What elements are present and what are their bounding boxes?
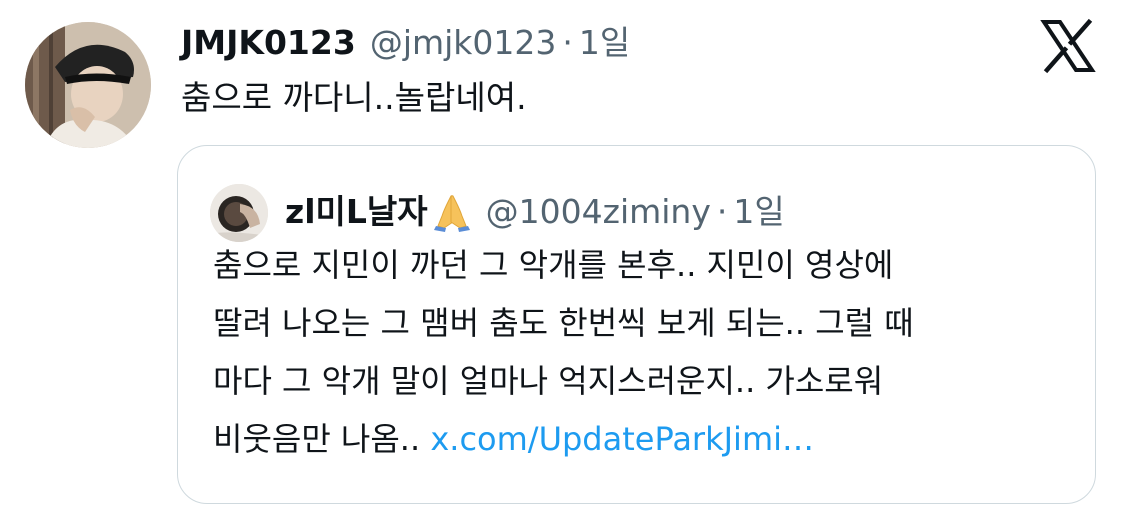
separator-dot: ·: [716, 192, 728, 231]
avatar-photo: [25, 22, 151, 148]
quoted-text-line: 춤으로 지민이 까던 그 악개를 본후.. 지민이 영상에: [213, 246, 894, 284]
tweet-body-text: 춤으로 까다니..놀랍네여.: [181, 78, 527, 117]
quoted-text-line: 딸려 나오는 그 맴버 춤도 한번씩 보게 되는.. 그럴 때: [213, 304, 914, 342]
quoted-author-display-name[interactable]: zl미L날자: [285, 186, 428, 238]
tweet-header: JMJK0123 @jmjk0123 · 1일: [181, 18, 630, 68]
author-avatar[interactable]: [25, 22, 151, 148]
quoted-text-fragment: 비웃음만 나옴..: [213, 420, 421, 458]
praying-hands-icon: [432, 192, 472, 232]
author-handle[interactable]: @jmjk0123: [370, 18, 557, 68]
quoted-text-line-last: 비웃음만 나옴.. x.com/UpdateParkJimi…: [213, 410, 1073, 468]
quoted-avatar-photo: [210, 184, 268, 242]
quoted-tweet-body: 춤으로 지민이 까던 그 악개를 본후.. 지민이 영상에 딸려 나오는 그 맴…: [213, 236, 1073, 468]
x-logo-icon[interactable]: [1040, 18, 1096, 74]
quoted-tweet-header: zl미L날자 @1004ziminy · 1일: [285, 186, 785, 238]
quoted-tweet-timestamp[interactable]: 1일: [733, 186, 784, 238]
quoted-link[interactable]: x.com/UpdateParkJimi…: [430, 420, 814, 458]
separator-dot: ·: [562, 23, 573, 62]
tweet-timestamp[interactable]: 1일: [579, 18, 630, 68]
quoted-author-handle[interactable]: @1004ziminy: [486, 186, 711, 238]
author-display-name[interactable]: JMJK0123: [181, 18, 356, 68]
quoted-text-line: 마다 그 악개 말이 얼마나 억지스러운지.. 가소로워: [213, 362, 884, 400]
quoted-author-avatar[interactable]: [210, 184, 268, 242]
quoted-tweet-card[interactable]: zl미L날자 @1004ziminy · 1일 춤으로 지민이 까던 그 악개를…: [177, 145, 1096, 504]
